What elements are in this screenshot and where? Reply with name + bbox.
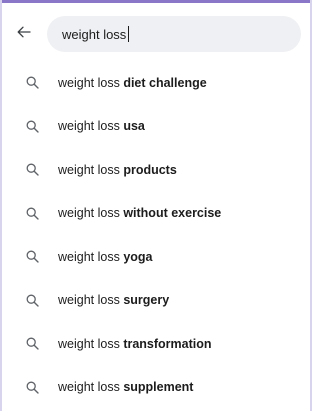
back-button[interactable] xyxy=(13,21,35,43)
suggestion-completion: usa xyxy=(123,119,145,134)
search-icon xyxy=(25,163,39,177)
arrow-left-icon xyxy=(17,26,31,38)
suggestion-item[interactable]: weight loss supplement xyxy=(0,366,312,410)
suggestion-label: weight loss surgery xyxy=(58,293,169,307)
suggestion-query: weight loss xyxy=(58,75,124,90)
search-icon xyxy=(25,119,39,133)
search-icon xyxy=(25,250,39,264)
suggestion-query: weight loss xyxy=(58,162,124,177)
suggestion-query: weight loss xyxy=(58,119,124,134)
suggestion-item[interactable]: weight loss surgery xyxy=(0,279,312,323)
suggestion-query: weight loss xyxy=(58,293,124,308)
search-icon xyxy=(25,337,39,351)
search-icon xyxy=(25,293,39,307)
search-header: weight loss xyxy=(0,3,312,61)
suggestion-label: weight loss yoga xyxy=(58,250,153,264)
suggestion-query: weight loss xyxy=(58,336,124,351)
suggestion-completion: yoga xyxy=(123,249,153,264)
suggestion-completion: surgery xyxy=(123,293,170,308)
suggestion-completion: products xyxy=(123,162,177,177)
suggestion-completion: without exercise xyxy=(123,206,222,221)
suggestion-completion: transformation xyxy=(123,336,212,351)
suggestion-completion: diet challenge xyxy=(123,75,207,90)
suggestion-item[interactable]: weight loss yoga xyxy=(0,235,312,279)
suggestion-label: weight loss supplement xyxy=(58,380,193,394)
suggestion-label: weight loss without exercise xyxy=(58,206,221,220)
suggestion-item[interactable]: weight loss products xyxy=(0,148,312,192)
search-icon xyxy=(25,380,39,394)
suggestion-item[interactable]: weight loss diet challenge xyxy=(0,61,312,105)
search-icon xyxy=(25,76,39,90)
suggestion-item[interactable]: weight loss without exercise xyxy=(0,192,312,236)
suggestion-query: weight loss xyxy=(58,249,124,264)
text-cursor xyxy=(128,26,130,42)
search-field[interactable]: weight loss xyxy=(47,16,301,52)
suggestion-query: weight loss xyxy=(58,206,124,221)
suggestion-label: weight loss diet challenge xyxy=(58,76,207,90)
suggestion-list: weight loss diet challenge weight loss u… xyxy=(0,61,312,409)
suggestion-label: weight loss products xyxy=(58,163,177,177)
search-icon xyxy=(25,206,39,220)
suggestion-item[interactable]: weight loss usa xyxy=(0,105,312,149)
suggestion-label: weight loss usa xyxy=(58,119,145,133)
suggestion-label: weight loss transformation xyxy=(58,337,212,351)
suggestion-item[interactable]: weight loss transformation xyxy=(0,322,312,366)
suggestion-completion: supplement xyxy=(123,380,194,395)
search-input[interactable]: weight loss xyxy=(62,27,126,42)
suggestion-query: weight loss xyxy=(58,380,124,395)
